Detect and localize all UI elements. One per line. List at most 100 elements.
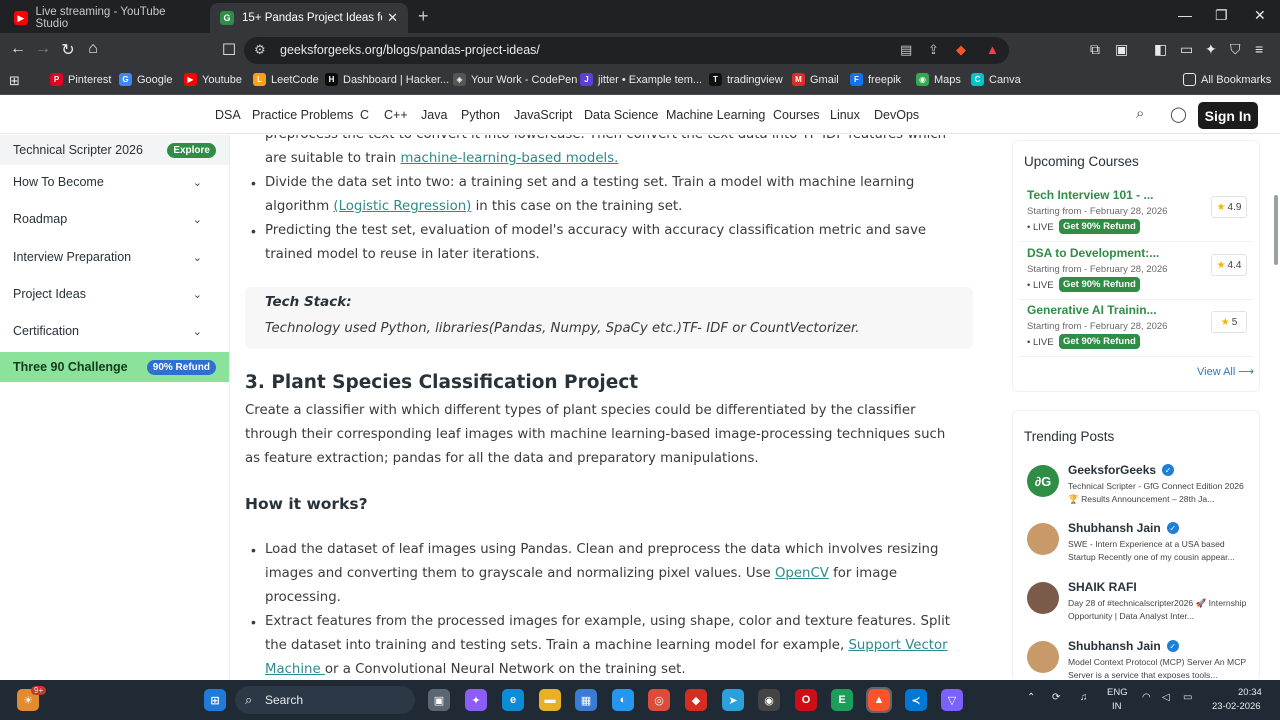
minimize-button[interactable]: — <box>1178 7 1192 23</box>
site-info-icon[interactable]: ⚙ <box>254 42 266 58</box>
course-name[interactable]: DSA to Development:... <box>1027 246 1159 260</box>
volume-icon[interactable]: ◁ <box>1162 692 1170 703</box>
reader-mode-icon[interactable]: ▤ <box>900 42 912 58</box>
screenshot-icon[interactable]: ▣ <box>1115 41 1128 58</box>
app-icon[interactable]: E <box>831 689 853 711</box>
language-label[interactable]: ENG <box>1107 687 1128 698</box>
post-author[interactable]: Shubhansh Jain ✓ <box>1068 639 1179 653</box>
maximize-button[interactable]: ❐ <box>1215 7 1228 24</box>
url-text[interactable]: geeksforgeeks.org/blogs/pandas-project-i… <box>280 43 540 57</box>
trending-post[interactable]: Shubhansh Jain ✓ SWE - Intern Experience … <box>1027 521 1251 579</box>
nav-practice-problems[interactable]: Practice Problems <box>252 108 353 122</box>
tab-pandas-projects[interactable]: G 15+ Pandas Project Ideas for Beg ✕ <box>210 3 408 33</box>
brave-icon[interactable]: ▲ <box>866 687 892 713</box>
support-vector-machine-link[interactable]: Support Vector <box>848 638 947 653</box>
forward-icon[interactable]: → <box>33 40 53 58</box>
nav-devops[interactable]: DevOps <box>874 108 919 122</box>
course-name[interactable]: Generative AI Trainin... <box>1027 303 1157 317</box>
sidebar-item-three-90-challenge[interactable]: Three 90 Challenge 90% Refund <box>0 352 229 382</box>
post-author[interactable]: Shubhansh Jain ✓ <box>1068 521 1179 535</box>
extensions-icon[interactable]: ⧉ <box>1090 41 1100 58</box>
logistic-regression-link[interactable]: (Logistic Regression) <box>333 199 471 214</box>
menu-icon[interactable]: ≡ <box>1255 41 1263 57</box>
app-icon[interactable]: ▽ <box>941 689 963 711</box>
nav-linux[interactable]: Linux <box>830 108 860 122</box>
bookmark-youtube[interactable]: ▶ Youtube <box>184 73 242 86</box>
omnibox[interactable]: ⚙ geeksforgeeks.org/blogs/pandas-project… <box>244 37 1009 64</box>
close-window-button[interactable]: ✕ <box>1254 7 1266 24</box>
app-icon[interactable]: ◆ <box>685 689 707 711</box>
bookmark-pinterest[interactable]: P Pinterest <box>50 73 111 86</box>
bookmark-maps[interactable]: ◉ Maps <box>916 73 961 86</box>
reload-icon[interactable]: ↻ <box>58 40 78 60</box>
vpn-icon[interactable]: ⛉ <box>1230 41 1241 58</box>
tab-youtube-studio[interactable]: ▶ Live streaming - YouTube Studio <box>4 3 206 33</box>
search-icon[interactable]: ⌕ <box>1136 105 1144 122</box>
chat-icon[interactable]: ◯ <box>1170 105 1187 123</box>
chrome-icon[interactable]: ◎ <box>648 689 670 711</box>
battery-icon[interactable]: ▭ <box>1183 692 1192 703</box>
app-icon[interactable]: ◐ <box>612 689 634 711</box>
nav-courses[interactable]: Courses <box>773 108 820 122</box>
course-item[interactable]: Tech Interview 101 - ... Starting from -… <box>1019 186 1253 242</box>
trending-post[interactable]: ∂G GeeksforGeeks ✓ Technical Scripter - G… <box>1027 463 1251 521</box>
task-view-icon[interactable]: ▣ <box>428 689 450 711</box>
sync-icon[interactable]: ⟳ <box>1052 692 1060 703</box>
nav-java[interactable]: Java <box>421 108 447 122</box>
new-tab-button[interactable]: + <box>418 6 429 27</box>
post-author[interactable]: GeeksforGeeks ✓ <box>1068 463 1175 477</box>
microphone-icon[interactable]: ♫ <box>1080 692 1088 703</box>
trending-post[interactable]: Shubhansh Jain ✓ Model Context Protocol (… <box>1027 639 1251 679</box>
windows-start-icon[interactable]: ⊞ <box>204 689 226 711</box>
chevron-up-icon[interactable]: ⌃ <box>1027 692 1035 703</box>
sidebar-item-interview-preparation[interactable]: Interview Preparation ⌄ <box>0 242 229 272</box>
edge-icon[interactable]: e <box>502 689 524 711</box>
brave-rewards-icon[interactable]: ▲ <box>986 42 999 57</box>
trending-post[interactable]: SHAIK RAFI Day 28 of #technicalscripter2… <box>1027 580 1251 638</box>
explore-badge[interactable]: Explore <box>167 142 216 158</box>
course-item[interactable]: Generative AI Trainin... Starting from -… <box>1019 301 1253 357</box>
post-author[interactable]: SHAIK RAFI <box>1068 580 1137 594</box>
apps-icon[interactable]: ⊞ <box>9 73 20 89</box>
sidebar-icon[interactable]: ◧ <box>1154 41 1167 58</box>
nav-python[interactable]: Python <box>461 108 500 122</box>
bookmark-canva[interactable]: C Canva <box>971 73 1021 86</box>
home-icon[interactable]: ⌂ <box>83 40 103 58</box>
nav-dsa[interactable]: DSA <box>215 108 241 122</box>
github-icon[interactable]: ◉ <box>758 689 780 711</box>
course-name[interactable]: Tech Interview 101 - ... <box>1027 188 1154 202</box>
bookmark-hackerrank[interactable]: H Dashboard | Hacker... <box>325 73 449 86</box>
bookmark-codepen[interactable]: ◈ Your Work - CodePen <box>453 73 577 86</box>
taskbar-search[interactable]: Search <box>235 686 415 714</box>
close-tab-icon[interactable]: ✕ <box>387 10 398 26</box>
sign-in-button[interactable]: Sign In <box>1198 102 1258 129</box>
bookmark-jitter[interactable]: Jjitter • Example tem... <box>580 73 702 86</box>
file-explorer-icon[interactable]: ▬ <box>539 689 561 711</box>
nav-c[interactable]: C <box>360 108 369 122</box>
copilot-icon[interactable]: ✦ <box>465 689 487 711</box>
support-vector-machine-link-cont[interactable]: Machine <box>265 662 325 677</box>
sidebar-item-project-ideas[interactable]: Project Ideas ⌄ <box>0 279 229 309</box>
course-item[interactable]: DSA to Development:... Starting from - F… <box>1019 244 1253 300</box>
sidebar-item-how-to-become[interactable]: How To Become ⌄ <box>0 167 229 197</box>
back-icon[interactable]: ← <box>8 40 28 58</box>
all-bookmarks[interactable]: All Bookmarks <box>1183 73 1271 86</box>
store-icon[interactable]: ▦ <box>575 689 597 711</box>
telegram-icon[interactable]: ➤ <box>722 689 744 711</box>
opencv-link[interactable]: OpenCV <box>775 566 829 581</box>
opera-icon[interactable]: O <box>795 689 817 711</box>
bookmark-tradingview[interactable]: Ttradingview <box>709 73 783 86</box>
wifi-icon[interactable]: ◠ <box>1142 692 1151 703</box>
leo-ai-icon[interactable]: ✦ <box>1205 41 1217 58</box>
brave-shields-icon[interactable]: ◆ <box>956 42 966 58</box>
bookmark-google[interactable]: G Google <box>119 73 172 86</box>
sidebar-item-roadmap[interactable]: Roadmap ⌄ <box>0 204 229 234</box>
share-icon[interactable]: ⇪ <box>928 42 939 58</box>
nav-cpp[interactable]: C++ <box>384 108 408 122</box>
page-scrollbar[interactable] <box>1274 195 1278 265</box>
bookmark-leetcode[interactable]: L LeetCode <box>253 73 319 86</box>
sidebar-item-certification[interactable]: Certification ⌄ <box>0 316 229 346</box>
sidebar-item-technical-scripter[interactable]: Technical Scripter 2026 Explore <box>0 135 229 165</box>
nav-machine-learning[interactable]: Machine Learning <box>666 108 765 122</box>
bookmark-gmail[interactable]: M Gmail <box>792 73 839 86</box>
